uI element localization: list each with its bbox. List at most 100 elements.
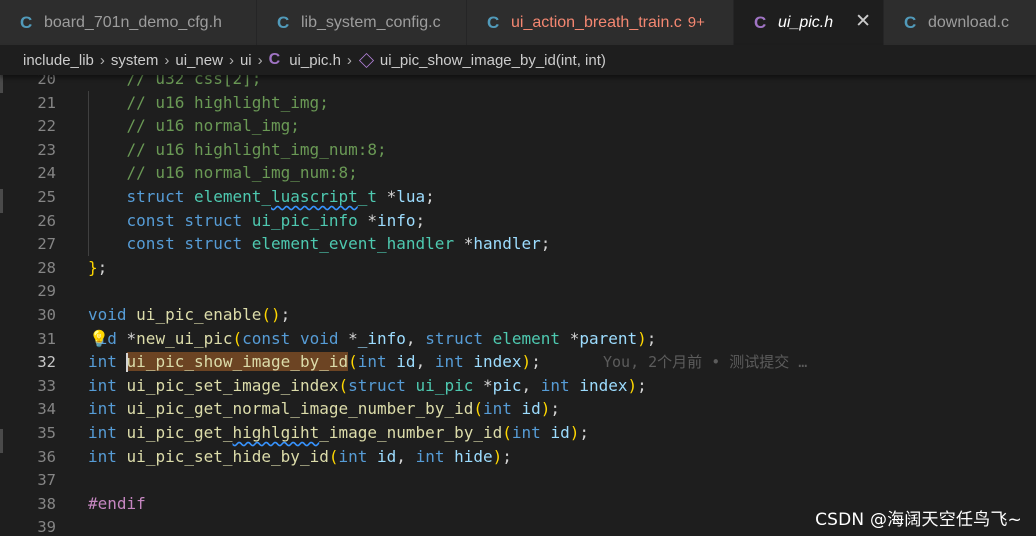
code-text: // u16 highlight_img; — [88, 91, 329, 115]
line-number: 27 — [37, 235, 56, 254]
code-text: }; — [88, 256, 107, 280]
code-token: index — [579, 375, 628, 395]
code-token: struct — [184, 210, 243, 230]
tab-board-701n-demo-cfg-h[interactable]: Cboard_701n_demo_cfg.h — [0, 0, 257, 45]
line-number: 31 — [37, 329, 56, 348]
code-token: #endif — [88, 493, 146, 513]
code-line[interactable]: 33 int ui_pic_set_image_index(struct ui_p… — [0, 374, 1036, 398]
code-text: const struct ui_pic_info *info; — [88, 209, 426, 233]
code-line[interactable]: 24 // u16 normal_img_num:8; — [0, 161, 1036, 186]
code-token: struct — [348, 375, 406, 395]
line-number: 23 — [37, 140, 56, 159]
code-text: int ui_pic_show_image_by_id(int id, int … — [88, 350, 541, 374]
code-token: ( — [348, 352, 358, 372]
code-token: , — [396, 446, 416, 466]
code-token: lua — [396, 187, 426, 206]
line-number: 37 — [37, 471, 56, 490]
tab-ui-action-breath-train-c[interactable]: Cui_action_breath_train.c 9+ — [467, 0, 734, 45]
line-number: 33 — [37, 376, 56, 395]
code-line[interactable]: 29 — [0, 279, 1036, 303]
code-token: ; — [579, 423, 589, 442]
code-token: * — [473, 375, 493, 395]
code-text: int ui_pic_get_highlgiht_image_number_by… — [88, 421, 589, 445]
code-text: int ui_pic_set_hide_by_id(int id, int hi… — [88, 445, 512, 469]
code-token: void — [299, 328, 339, 348]
code-token: struct — [184, 234, 243, 254]
code-token: pic — [492, 375, 522, 395]
code-line[interactable]: 27 const struct element_event_handler *h… — [0, 232, 1036, 257]
code-line[interactable]: 22 // u16 normal_img; — [0, 114, 1036, 139]
code-line[interactable]: 36 int ui_pic_set_hide_by_id(int id, int … — [0, 445, 1036, 469]
code-line[interactable]: 21 // u16 highlight_img; — [0, 90, 1036, 115]
code-token: const — [242, 328, 291, 348]
code-token: ( — [473, 399, 483, 419]
line-number: 36 — [37, 447, 56, 466]
code-line[interactable]: 34 int ui_pic_get_normal_image_number_by_… — [0, 397, 1036, 421]
watermark: CSDN @海阔天空任鸟飞~ — [815, 510, 1022, 530]
code-token: _info — [357, 328, 406, 348]
code-line[interactable]: 25 struct element_luascript_t *lua; — [0, 185, 1036, 209]
code-token: ; — [425, 187, 435, 206]
tab-label: ui_pic.h — [778, 13, 834, 31]
line-number: 24 — [37, 164, 56, 183]
breadcrumb-folder-include-lib[interactable]: include_lib — [23, 52, 94, 69]
chevron-right-icon: › — [346, 51, 352, 69]
code-line[interactable]: 26 const struct ui_pic_info *info; — [0, 208, 1036, 233]
code-token: ui_pic_show_image_by_id — [126, 352, 349, 372]
breadcrumb-file[interactable]: ui_pic.h — [289, 52, 341, 69]
tab-download-c[interactable]: Cdownload.c — [884, 0, 1036, 45]
code-text: #endif — [88, 492, 146, 516]
line-number: 21 — [37, 93, 56, 112]
code-token: * — [560, 328, 580, 348]
code-token: ; — [646, 328, 657, 348]
code-token: void — [88, 305, 127, 324]
code-line[interactable]: 28}; — [0, 256, 1036, 280]
code-editor[interactable]: 20 // u32 css[2]; 21 // u16 highlight_img… — [0, 69, 1036, 536]
text-cursor — [126, 353, 128, 373]
code-line[interactable]: 31 id *new_ui_pic(const void *_info, str… — [0, 327, 1036, 351]
code-token: int — [482, 399, 512, 419]
code-token: int — [338, 446, 368, 466]
breadcrumb-folder-system[interactable]: system — [111, 52, 159, 69]
code-token: , — [521, 375, 541, 395]
c-file-icon: C — [487, 12, 500, 32]
code-line[interactable]: 30 void ui_pic_enable(); — [0, 303, 1036, 327]
code-token: ) — [627, 375, 638, 395]
code-line[interactable]: 35 int ui_pic_get_highlgiht_image_number_… — [0, 421, 1036, 445]
code-token: ; — [502, 446, 512, 466]
code-token: struct — [425, 328, 483, 348]
code-token: ) — [569, 423, 580, 442]
breadcrumb-folder-ui-new[interactable]: ui_new — [175, 52, 223, 69]
chevron-right-icon: › — [228, 51, 234, 69]
code-token: ( — [502, 423, 512, 442]
close-icon[interactable]: ✕ — [855, 10, 871, 33]
lightbulb-icon[interactable]: 💡 — [89, 329, 109, 349]
tab-ui-pic-h[interactable]: Cui_pic.h ✕ — [734, 0, 884, 45]
code-text: const struct element_event_handler *hand… — [88, 232, 551, 256]
tab-label: ui_action_breath_train.c — [511, 13, 682, 31]
code-text: // u16 normal_img; — [88, 114, 300, 138]
code-token: * — [338, 328, 358, 348]
code-line[interactable]: 23 // u16 highlight_img_num:8; — [0, 137, 1036, 162]
code-token: ) — [492, 446, 503, 466]
line-number: 35 — [37, 424, 56, 442]
breadcrumb-folder-ui[interactable]: ui — [240, 52, 252, 69]
code-token: element — [492, 328, 561, 348]
code-token: ui_pic_get_normal_image_number_by_id — [126, 399, 474, 419]
tab-lib-system-config-c[interactable]: Clib_system_config.c — [257, 0, 467, 45]
code-token: ( — [338, 375, 349, 395]
code-token: int — [88, 399, 117, 419]
code-line[interactable]: 32 int ui_pic_show_image_by_id(int id, in… — [0, 350, 1036, 374]
breadcrumb-symbol[interactable]: ui_pic_show_image_by_id(int, int) — [380, 52, 606, 69]
code-token: int — [540, 375, 570, 395]
code-token: id — [396, 352, 416, 372]
code-token: * — [377, 187, 397, 206]
code-line[interactable]: 37 — [0, 468, 1036, 492]
code-token: // u16 normal_img_num:8; — [88, 163, 358, 183]
